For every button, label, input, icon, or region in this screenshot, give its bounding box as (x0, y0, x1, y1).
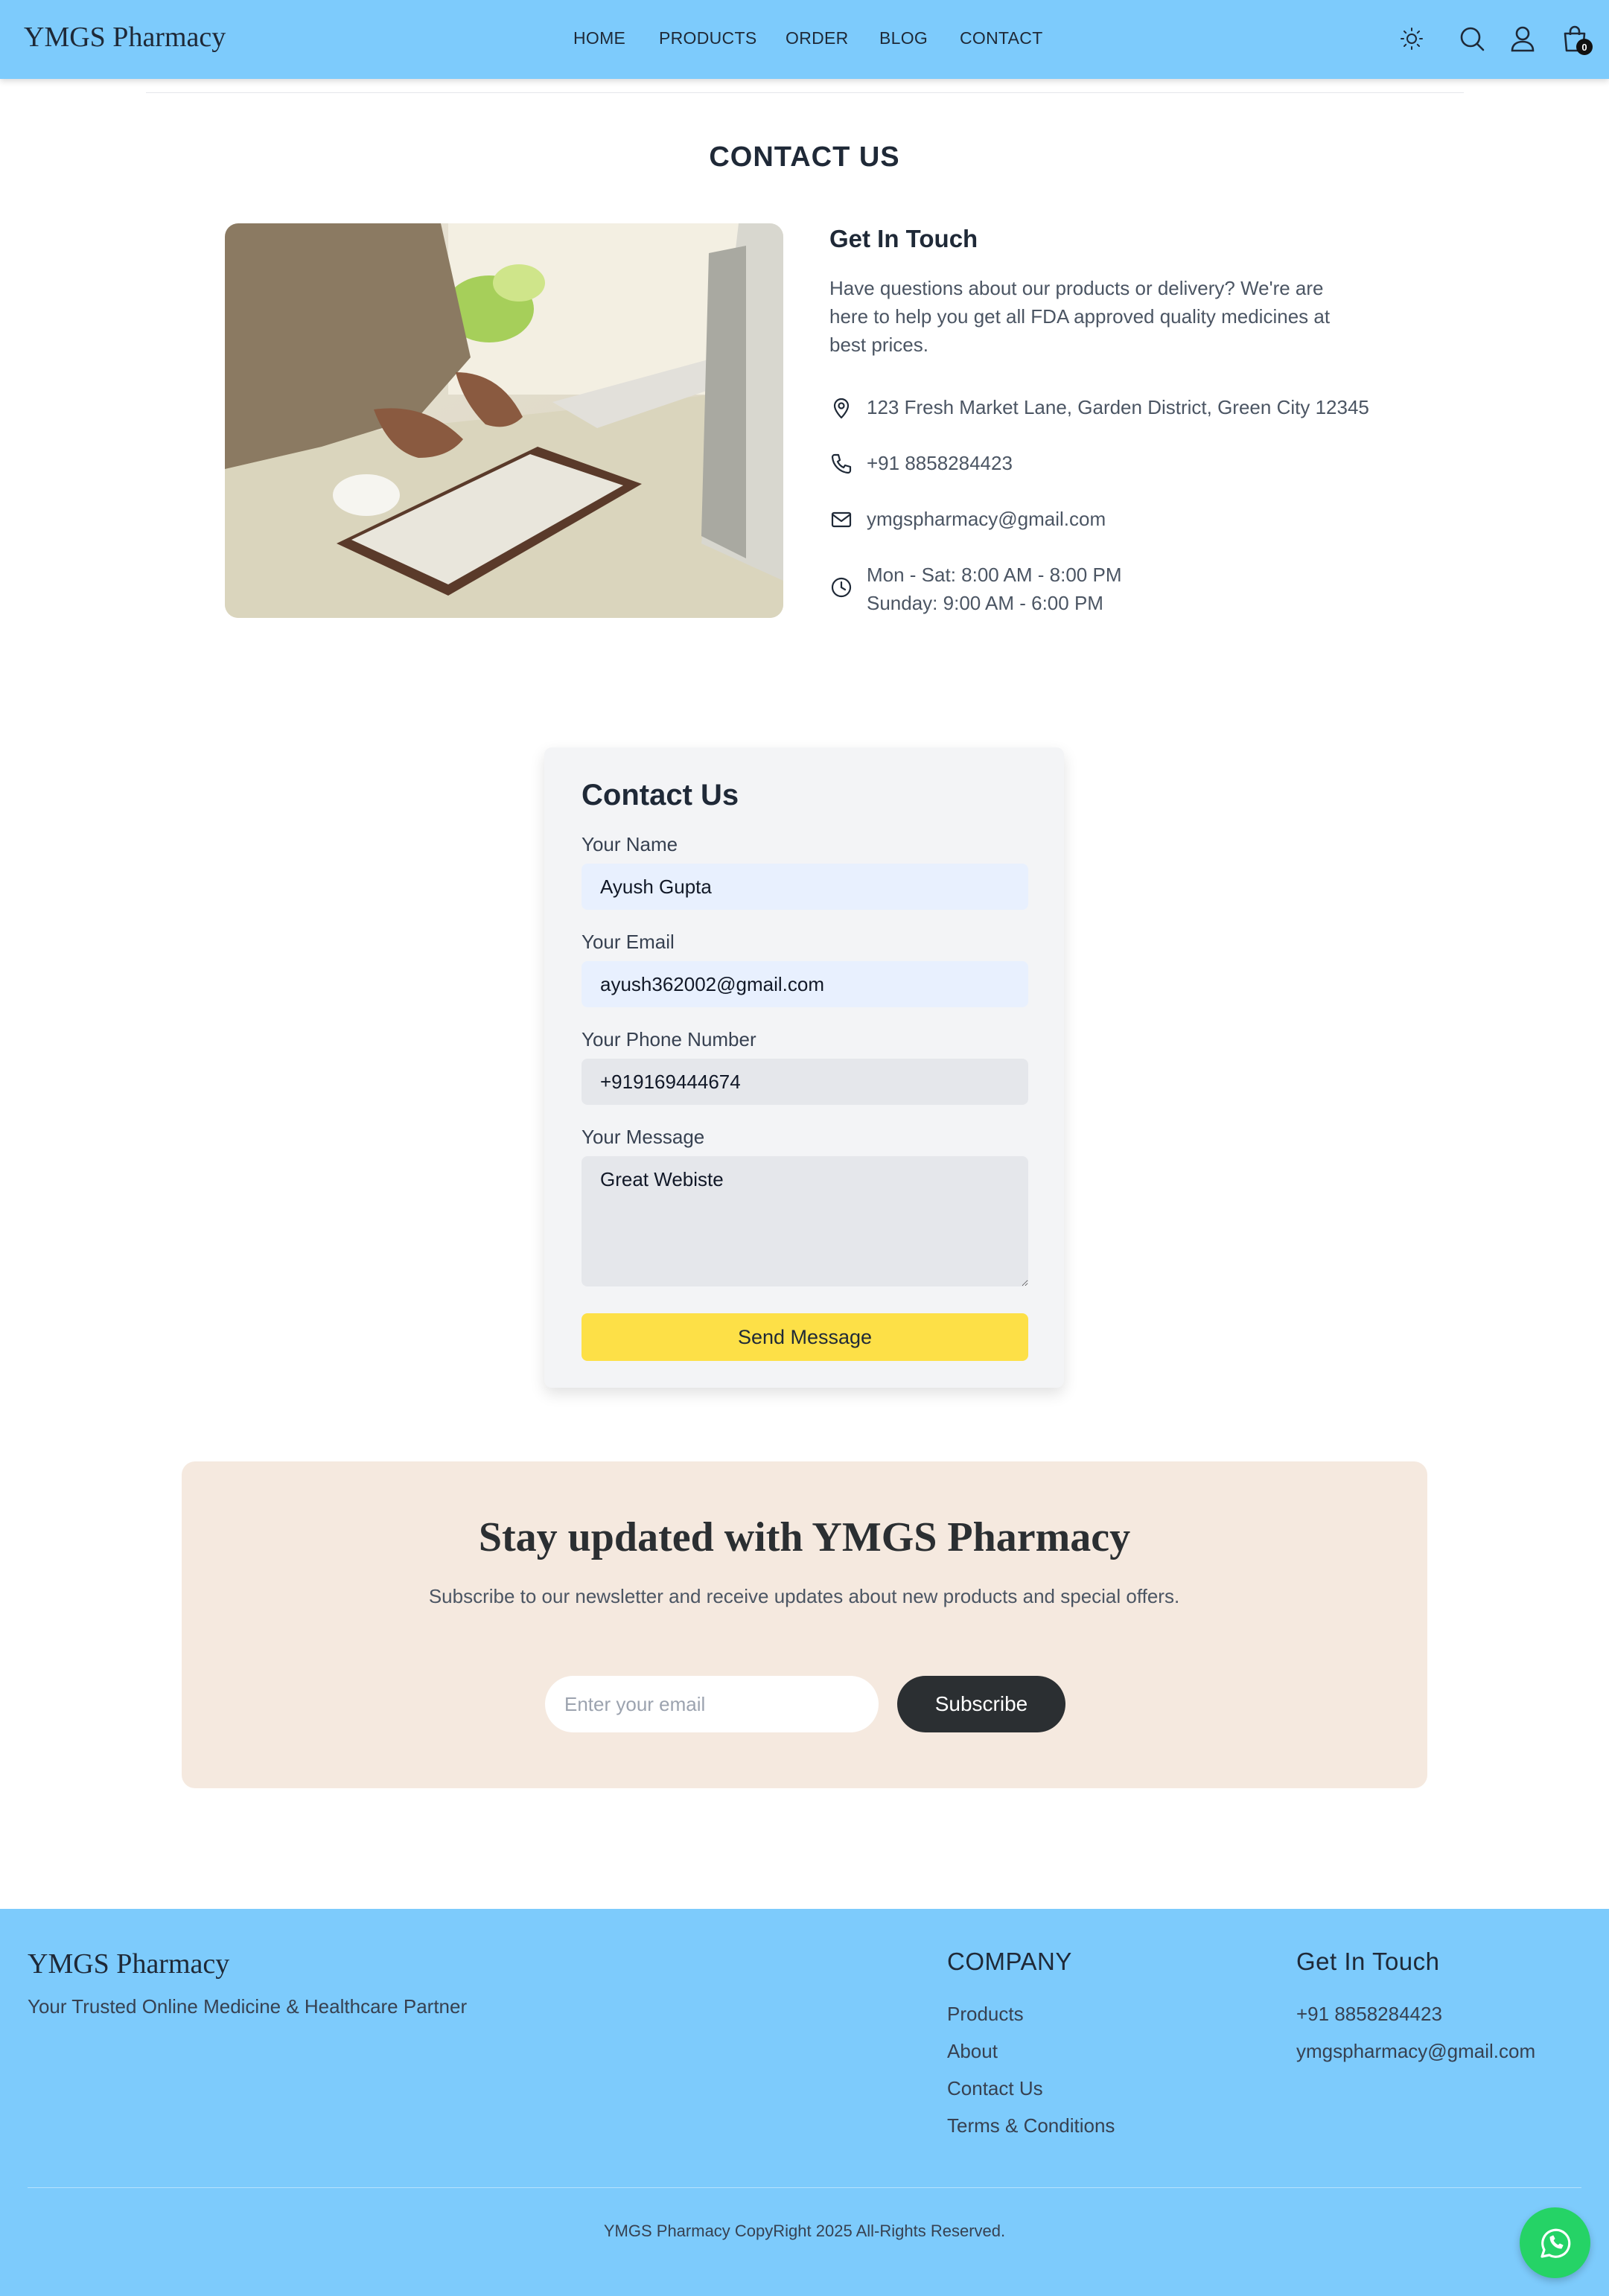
email-text[interactable]: ymgspharmacy@gmail.com (867, 505, 1106, 533)
phone-label: Your Phone Number (582, 1028, 756, 1050)
phone-input[interactable] (582, 1059, 1028, 1105)
clock-icon (831, 577, 852, 598)
phone-icon (831, 453, 852, 474)
hours-text: Mon - Sat: 8:00 AM - 8:00 PM Sunday: 9:0… (867, 561, 1121, 617)
cart-count-badge: 0 (1576, 39, 1593, 55)
message-label: Your Message (582, 1126, 705, 1148)
newsletter-title: Stay updated with YMGS Pharmacy (478, 1514, 1131, 1560)
user-icon[interactable] (1508, 24, 1538, 54)
phone-row: +91 8858284423 (829, 449, 1013, 477)
footer-tagline: Your Trusted Online Medicine & Healthcar… (28, 1995, 468, 2018)
divider (146, 92, 1464, 93)
nav-contact[interactable]: CONTACT (960, 28, 1043, 48)
contact-photo (225, 223, 783, 618)
nav-products[interactable]: PRODUCTS (659, 28, 756, 48)
send-message-button[interactable]: Send Message (582, 1313, 1028, 1361)
phone-text[interactable]: +91 8858284423 (867, 449, 1013, 477)
footer-phone[interactable]: +91 8858284423 (1296, 2003, 1442, 2026)
email-label: Your Email (582, 931, 675, 953)
whatsapp-icon (1540, 2228, 1570, 2258)
subscribe-button[interactable]: Subscribe (897, 1676, 1065, 1732)
nav-order[interactable]: ORDER (786, 28, 849, 48)
newsletter-section: Stay updated with YMGS Pharmacy Subscrib… (182, 1461, 1427, 1788)
footer-divider (28, 2187, 1581, 2188)
footer-brand: YMGS Pharmacy (28, 1948, 230, 1980)
footer-link-products[interactable]: Products (947, 2003, 1024, 2026)
get-in-touch-title: Get In Touch (829, 225, 978, 252)
footer-contact-heading: Get In Touch (1296, 1948, 1440, 1975)
hours-sunday: Sunday: 9:00 AM - 6:00 PM (867, 592, 1103, 614)
main-nav: HOME PRODUCTS ORDER BLOG CONTACT (0, 28, 1609, 51)
whatsapp-button[interactable] (1520, 2207, 1590, 2278)
site-header: YMGS Pharmacy HOME PRODUCTS ORDER BLOG C… (0, 0, 1609, 79)
name-input[interactable] (582, 864, 1028, 910)
contact-form: Contact Us Your Name Your Email Your Pho… (544, 747, 1064, 1388)
email-input[interactable] (582, 961, 1028, 1007)
footer-copyright: YMGS Pharmacy CopyRight 2025 All-Rights … (603, 2222, 1006, 2240)
page-title: CONTACT US (709, 141, 900, 173)
footer-email[interactable]: ymgspharmacy@gmail.com (1296, 2040, 1535, 2063)
footer-link-terms[interactable]: Terms & Conditions (947, 2114, 1115, 2137)
site-footer: YMGS Pharmacy Your Trusted Online Medici… (0, 1909, 1609, 2296)
address-row: 123 Fresh Market Lane, Garden District, … (829, 393, 1369, 421)
map-pin-icon (833, 398, 850, 419)
message-textarea[interactable]: Great Webiste (582, 1156, 1028, 1286)
hours-row: Mon - Sat: 8:00 AM - 8:00 PM Sunday: 9:0… (829, 561, 1121, 617)
nav-blog[interactable]: BLOG (879, 28, 928, 48)
get-in-touch-description: Have questions about our products or del… (829, 277, 1331, 356)
footer-company-heading: COMPANY (947, 1948, 1072, 1975)
newsletter-email-input[interactable] (545, 1676, 879, 1732)
mail-icon (831, 511, 852, 528)
search-icon[interactable] (1457, 24, 1487, 54)
footer-link-contact-us[interactable]: Contact Us (947, 2077, 1043, 2100)
name-label: Your Name (582, 833, 678, 855)
hours-weekday: Mon - Sat: 8:00 AM - 8:00 PM (867, 564, 1122, 586)
newsletter-description: Subscribe to our newsletter and receive … (428, 1585, 1180, 1607)
footer-link-about[interactable]: About (947, 2040, 998, 2063)
sun-icon[interactable] (1397, 24, 1427, 54)
nav-home[interactable]: HOME (573, 28, 625, 48)
address-text: 123 Fresh Market Lane, Garden District, … (867, 396, 1369, 418)
shopping-bag-icon[interactable]: 0 (1560, 24, 1593, 55)
form-title: Contact Us (582, 779, 739, 811)
email-row: ymgspharmacy@gmail.com (829, 505, 1106, 533)
